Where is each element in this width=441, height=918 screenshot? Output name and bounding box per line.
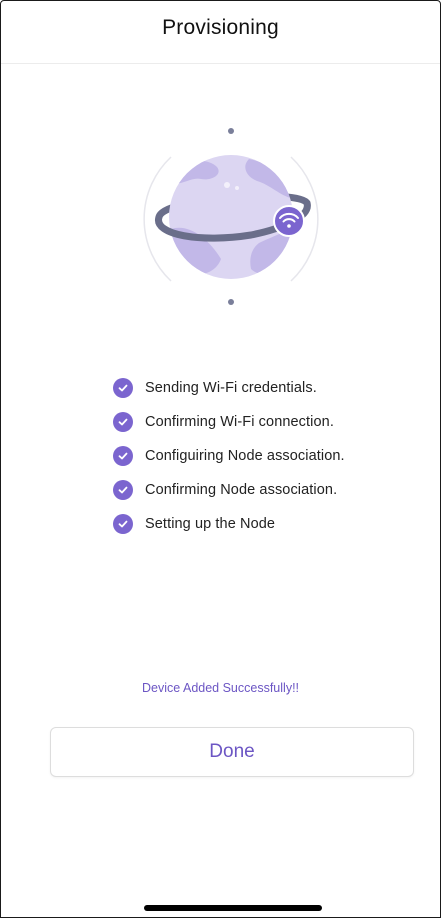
step-set-up-node: Setting up the Node [113, 507, 345, 541]
globe-wifi-icon [143, 128, 319, 305]
orbit-dot-bottom [228, 299, 234, 305]
check-circle-icon [113, 480, 133, 500]
page-title: Provisioning [162, 16, 279, 39]
app-screen: Provisioning Sending Wi-Fi credentials. … [0, 0, 441, 918]
step-label: Confirming Node association. [145, 482, 338, 498]
step-configure-node-association: Configuiring Node association. [113, 439, 345, 473]
step-send-wifi-credentials: Sending Wi-Fi credentials. [113, 371, 345, 405]
orbit-dot-top [228, 128, 234, 134]
step-label: Sending Wi-Fi credentials. [145, 380, 317, 396]
navigation-bar: Provisioning [1, 1, 440, 64]
step-label: Configuiring Node association. [145, 448, 345, 464]
provisioning-steps: Sending Wi-Fi credentials. Confirming Wi… [113, 371, 345, 541]
provisioning-illustration [131, 119, 331, 319]
check-circle-icon [113, 514, 133, 534]
step-label: Confirming Wi-Fi connection. [145, 414, 334, 430]
check-circle-icon [113, 412, 133, 432]
step-label: Setting up the Node [145, 516, 276, 532]
wifi-badge [273, 205, 305, 237]
check-circle-icon [113, 446, 133, 466]
step-confirm-wifi-connection: Confirming Wi-Fi connection. [113, 405, 345, 439]
status-message: Device Added Successfully!! [141, 681, 300, 695]
home-indicator[interactable] [144, 905, 322, 911]
check-circle-icon [113, 378, 133, 398]
done-button[interactable]: Done [50, 727, 414, 777]
step-confirm-node-association: Confirming Node association. [113, 473, 345, 507]
